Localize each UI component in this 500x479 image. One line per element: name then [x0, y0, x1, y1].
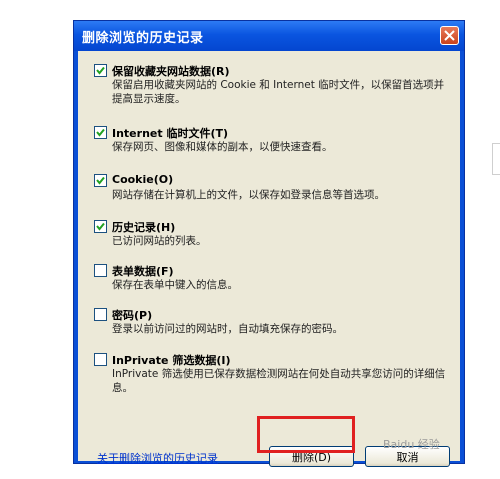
delete-browsing-history-dialog: 删除浏览的历史记录 保留收藏夹网站数据(R) 保留启用收藏夹网站的 Cookie…	[73, 20, 465, 467]
delete-button-highlight	[257, 416, 355, 453]
preserve-favorites-checkbox[interactable]	[94, 64, 107, 77]
option-label: InPrivate 筛选数据(I)	[112, 354, 231, 367]
dialog-title: 删除浏览的历史记录	[82, 31, 204, 46]
close-button[interactable]	[440, 26, 459, 45]
option-description: 网站存储在计算机上的文件，以保存如登录信息等首选项。	[112, 189, 385, 201]
close-icon	[444, 30, 455, 41]
option-label: 密码(P)	[112, 309, 153, 322]
option-description: 登录以前访问过的网站时，自动填充保存的密码。	[112, 323, 343, 335]
form-data-checkbox[interactable]	[94, 264, 107, 277]
option-description: 保存网页、图像和媒体的副本，以便快速查看。	[112, 141, 333, 153]
option-label: 表单数据(F)	[112, 265, 174, 278]
cookie-checkbox[interactable]	[94, 174, 107, 187]
about-delete-history-link[interactable]: 关于删除浏览的历史记录	[97, 450, 218, 466]
option-label: 保留收藏夹网站数据(R)	[112, 65, 230, 78]
temp-files-checkbox[interactable]	[94, 126, 107, 139]
option-description: InPrivate 筛选使用已保存数据检测网站在何处自动共享您访问的详细信息。	[112, 368, 446, 394]
dialog-body: 保留收藏夹网站数据(R) 保留启用收藏夹网站的 Cookie 和 Interne…	[78, 51, 460, 467]
watermark: Baidu 经验	[383, 438, 440, 451]
checkmark-icon	[96, 66, 105, 75]
option-description: 已访问网站的列表。	[112, 235, 207, 247]
background-window-edge	[492, 143, 500, 175]
option-label: Internet 临时文件(T)	[112, 127, 229, 140]
title-bar[interactable]: 删除浏览的历史记录	[74, 21, 464, 51]
checkmark-icon	[96, 128, 105, 137]
history-checkbox[interactable]	[94, 220, 107, 233]
option-description: 保留启用收藏夹网站的 Cookie 和 Internet 临时文件，以保留首选项…	[112, 79, 445, 105]
checkmark-icon	[96, 176, 105, 185]
checkmark-icon	[96, 222, 105, 231]
inprivate-checkbox[interactable]	[94, 353, 107, 366]
option-label: 历史记录(H)	[112, 221, 176, 234]
passwords-checkbox[interactable]	[94, 308, 107, 321]
option-description: 保存在表单中键入的信息。	[112, 279, 238, 291]
option-label: Cookie(O)	[112, 173, 174, 186]
